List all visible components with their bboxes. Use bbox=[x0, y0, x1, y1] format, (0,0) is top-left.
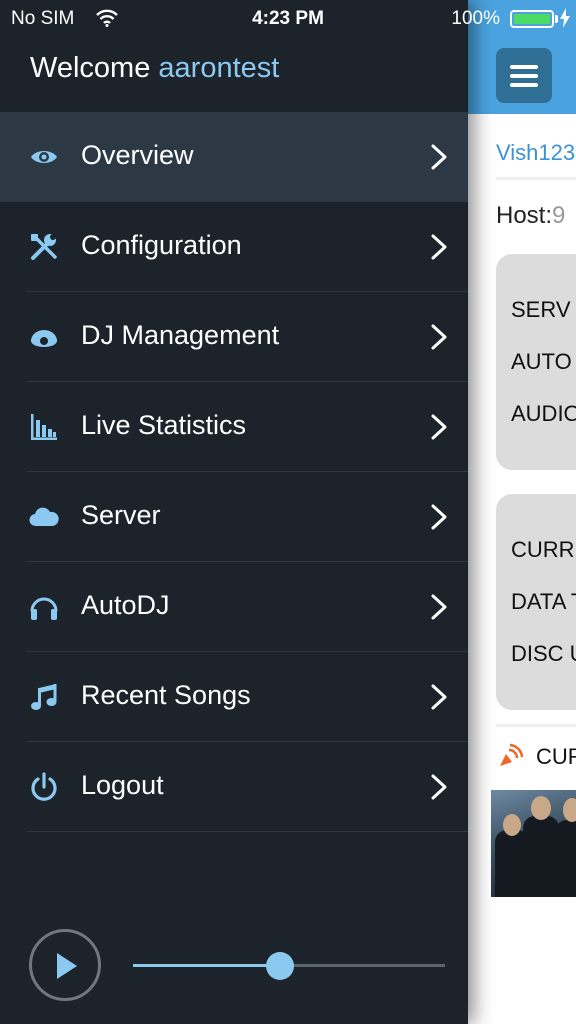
charging-icon bbox=[560, 8, 570, 28]
menu-item-label: Server bbox=[81, 500, 161, 530]
username: aarontest bbox=[158, 52, 280, 84]
divider bbox=[27, 831, 468, 832]
divider bbox=[496, 724, 576, 727]
navigation-menu: Overview Configuration DJ Management Liv… bbox=[0, 112, 468, 832]
cloud-icon bbox=[29, 507, 59, 527]
menu-item-label: Overview bbox=[81, 140, 194, 170]
battery-icon bbox=[510, 10, 554, 28]
status-bar: No SIM 4:23 PM 100% bbox=[0, 0, 576, 38]
main-content: Vish123 Host:9 SERV AUTO AUDIO CURR DATA… bbox=[468, 0, 576, 1024]
slider-thumb[interactable] bbox=[265, 952, 294, 980]
server-card-row: AUTO bbox=[511, 349, 572, 374]
host-label: Host: bbox=[496, 202, 553, 229]
welcome-prefix: Welcome bbox=[30, 52, 151, 84]
stats-card-row: DISC U bbox=[511, 641, 576, 666]
now-playing-label: CUR bbox=[536, 744, 576, 769]
server-card-row: AUDIO bbox=[511, 401, 576, 426]
host-info: Host:9 bbox=[496, 202, 565, 230]
menu-item-recent-songs[interactable]: Recent Songs bbox=[0, 652, 468, 742]
menu-item-server[interactable]: Server bbox=[0, 472, 468, 562]
server-info-card: SERV AUTO AUDIO bbox=[496, 254, 576, 470]
menu-item-configuration[interactable]: Configuration bbox=[0, 202, 468, 292]
menu-item-autodj[interactable]: AutoDJ bbox=[0, 562, 468, 652]
stats-card-row: DATA T bbox=[511, 589, 576, 614]
chevron-right-icon bbox=[431, 234, 447, 260]
chevron-right-icon bbox=[431, 324, 447, 350]
audio-player bbox=[0, 928, 468, 1002]
host-value: 9 bbox=[552, 202, 566, 229]
headphones-icon bbox=[30, 597, 58, 620]
tools-icon bbox=[31, 234, 57, 260]
welcome-message: Welcome aarontest bbox=[30, 52, 279, 85]
stats-card-row: CURR bbox=[511, 537, 575, 562]
play-icon bbox=[57, 953, 77, 979]
menu-item-label: Live Statistics bbox=[81, 410, 247, 440]
slider-fill bbox=[133, 964, 280, 967]
station-name[interactable]: Vish123 bbox=[496, 140, 575, 166]
chevron-right-icon bbox=[431, 504, 447, 530]
stats-info-card: CURR DATA T DISC U bbox=[496, 494, 576, 710]
chevron-right-icon bbox=[431, 414, 447, 440]
menu-item-logout[interactable]: Logout bbox=[0, 742, 468, 832]
chevron-right-icon bbox=[431, 774, 447, 800]
menu-item-label: Recent Songs bbox=[81, 680, 251, 710]
menu-item-overview[interactable]: Overview bbox=[0, 112, 468, 202]
volume-slider[interactable] bbox=[133, 952, 445, 980]
menu-item-label: DJ Management bbox=[81, 320, 280, 350]
menu-item-live-statistics[interactable]: Live Statistics bbox=[0, 382, 468, 472]
bar-chart-icon bbox=[31, 414, 57, 440]
menu-item-dj-management[interactable]: DJ Management bbox=[0, 292, 468, 382]
chevron-right-icon bbox=[431, 684, 447, 710]
dj-icon bbox=[31, 330, 57, 347]
music-note-icon bbox=[31, 684, 57, 710]
chevron-right-icon bbox=[431, 144, 447, 170]
menu-item-label: Configuration bbox=[81, 230, 242, 260]
power-icon bbox=[31, 772, 57, 801]
broadcast-icon bbox=[500, 743, 524, 766]
hamburger-icon bbox=[510, 65, 538, 69]
play-button[interactable] bbox=[29, 929, 101, 1001]
divider bbox=[496, 177, 576, 180]
menu-item-label: AutoDJ bbox=[81, 590, 170, 620]
battery-percent: 100% bbox=[451, 8, 500, 29]
menu-toggle-button[interactable] bbox=[496, 48, 552, 103]
eye-icon bbox=[31, 151, 57, 163]
album-art bbox=[491, 790, 576, 897]
server-card-row: SERV bbox=[511, 297, 571, 322]
chevron-right-icon bbox=[431, 594, 447, 620]
side-drawer: Welcome aarontest Overview Configuration bbox=[0, 0, 468, 1024]
menu-item-label: Logout bbox=[81, 770, 164, 800]
